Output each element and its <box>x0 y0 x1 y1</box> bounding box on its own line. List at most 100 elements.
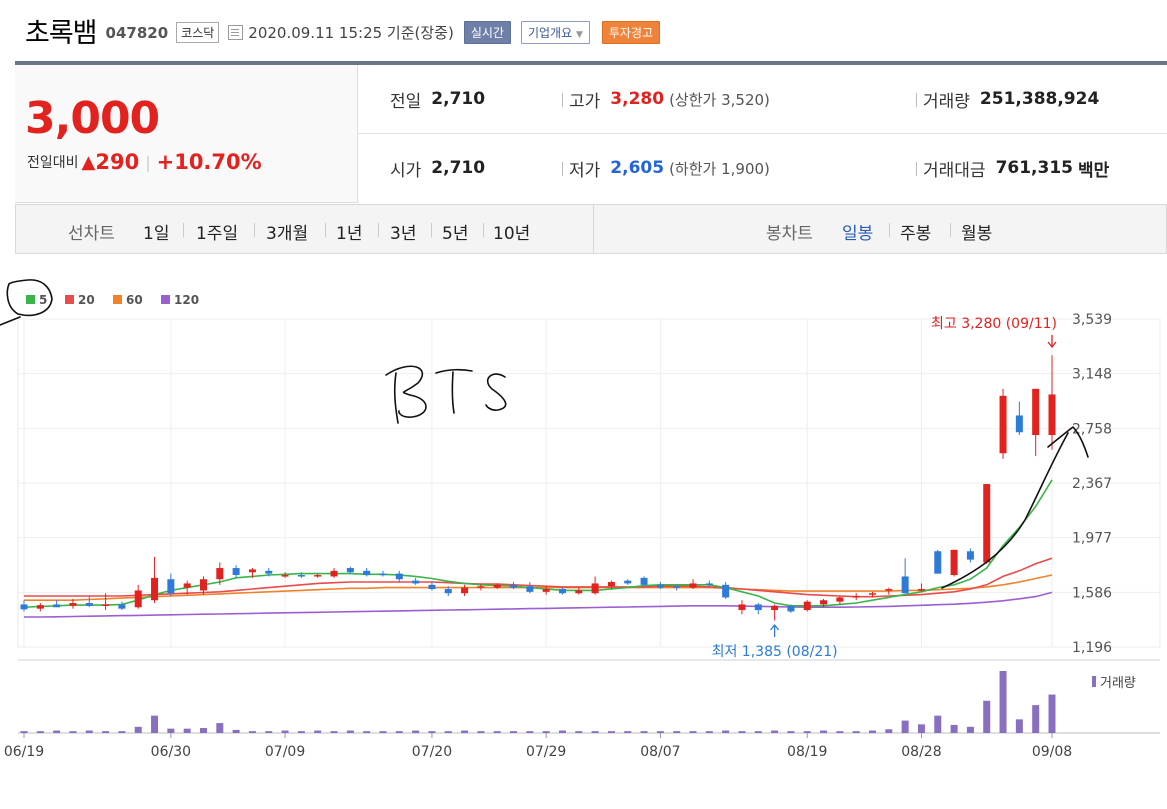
candle-body <box>85 603 93 606</box>
period-1d[interactable]: 1일 <box>143 219 169 244</box>
candle-body <box>363 570 371 576</box>
company-info-label: 기업개요 <box>527 25 573 40</box>
trade-amount-unit: 백만 <box>1078 160 1110 181</box>
volume-bar <box>510 731 518 733</box>
volume-bar <box>917 724 925 733</box>
high-arrow-icon <box>1047 335 1057 349</box>
x-tick-label: 07/29 <box>526 744 566 760</box>
volume-bar <box>314 730 322 733</box>
volume-bar <box>689 731 697 733</box>
candle-body <box>232 568 240 576</box>
price-chart[interactable]: 5 20 60 120 거래량 3,5393,1482,7582,3671,9771,… <box>0 255 1167 809</box>
candle-daily[interactable]: 일봉 <box>842 219 873 244</box>
candle-body <box>640 577 648 585</box>
legend-label: 5 <box>39 293 47 307</box>
volume-bar <box>412 730 420 733</box>
candle-body <box>444 589 452 594</box>
candle-body <box>673 586 681 588</box>
realtime-button[interactable]: 실시간 <box>463 20 511 44</box>
volume-bar <box>102 731 110 733</box>
x-tick-label: 09/08 <box>1032 744 1072 760</box>
volume-bar <box>803 731 811 733</box>
candle-body <box>705 583 713 585</box>
candle-body <box>869 593 877 595</box>
volume-bar <box>461 730 469 733</box>
volume-bar <box>493 731 501 733</box>
moving-average-lines <box>23 479 1053 618</box>
volume-bar <box>134 726 142 733</box>
legend-swatch <box>26 295 35 304</box>
period-1w[interactable]: 1주일 <box>196 219 238 244</box>
volume-bar <box>1032 705 1040 733</box>
legend-label: 20 <box>78 293 95 307</box>
candle-body <box>330 570 338 577</box>
volume-bar <box>85 730 93 733</box>
low-annotation: 최저 1,385 (08/21) <box>712 644 838 660</box>
candle-body <box>493 584 501 588</box>
change-percent: +10.70% <box>156 150 262 174</box>
y-tick-label: 3,539 <box>1072 312 1112 328</box>
volume-bar <box>885 729 893 733</box>
change-amount: 290 <box>95 150 140 174</box>
candle-body <box>542 589 550 592</box>
volume-bar <box>428 731 436 733</box>
volume-bar <box>999 671 1007 733</box>
y-tick-label: 1,977 <box>1072 531 1112 547</box>
change-label: 전일대비 <box>27 155 79 171</box>
volume-label: 거래량 <box>923 91 970 112</box>
volume-bar <box>1048 694 1056 733</box>
candle-body <box>934 551 942 574</box>
volume-bar <box>738 731 746 733</box>
volume-bar <box>53 730 61 733</box>
prev-close-label: 전일 <box>390 91 422 112</box>
open-label: 시가 <box>390 160 422 181</box>
candle-body <box>412 580 420 584</box>
period-3y[interactable]: 3년 <box>390 219 416 244</box>
legend-swatch <box>113 295 122 304</box>
candle-weekly[interactable]: 주봉 <box>900 219 931 244</box>
stock-code: 047820 <box>105 23 169 42</box>
volume-bar <box>591 731 599 733</box>
candle-body <box>999 395 1007 454</box>
volume-bar <box>869 730 877 733</box>
candle-body <box>183 583 191 588</box>
y-tick-label: 1,586 <box>1072 585 1112 601</box>
candle-body <box>477 586 485 588</box>
low-price: 저가 2,605 (하한가 1,900) <box>562 134 770 202</box>
candle-body <box>314 575 322 577</box>
period-5y[interactable]: 5년 <box>442 219 468 244</box>
period-3m[interactable]: 3개월 <box>266 219 308 244</box>
high-label: 고가 <box>569 91 601 112</box>
candle-chart-label: 봉차트 <box>766 224 813 244</box>
volume-bar <box>36 731 44 733</box>
candle-body <box>836 597 844 602</box>
volume-bar <box>820 730 828 733</box>
x-tick-label: 08/28 <box>901 744 941 760</box>
y-axis: 3,5393,1482,7582,3671,9771,5861,196 <box>1072 312 1112 656</box>
volume-bar <box>983 700 991 733</box>
volume-bar <box>297 731 305 733</box>
low-label: 저가 <box>569 160 601 181</box>
candle-body <box>151 577 159 601</box>
volume-bar <box>20 731 28 733</box>
candle-body <box>297 575 305 577</box>
chevron-down-icon: ▼ <box>575 29 583 40</box>
low-value: 2,605 <box>610 158 665 178</box>
legend-swatch <box>65 295 74 304</box>
volume-bar <box>363 731 371 733</box>
volume-bar <box>836 731 844 733</box>
hand-letter-s <box>485 373 507 411</box>
company-info-button[interactable]: 기업개요 ▼ <box>520 20 590 44</box>
candle-body <box>1015 415 1023 433</box>
volume-bars: 거래량 <box>20 671 1136 733</box>
volume-bar <box>281 730 289 733</box>
period-10y[interactable]: 10년 <box>493 219 530 244</box>
volume-bar <box>558 730 566 733</box>
market-badge: 코스닥 <box>176 21 220 43</box>
investment-warning-badge[interactable]: 투자경고 <box>601 20 661 44</box>
period-1y[interactable]: 1년 <box>336 219 362 244</box>
volume-bar <box>199 728 207 733</box>
candle-monthly[interactable]: 월봉 <box>961 219 992 244</box>
change-separator: | <box>145 152 151 172</box>
volume-bar <box>265 731 273 733</box>
